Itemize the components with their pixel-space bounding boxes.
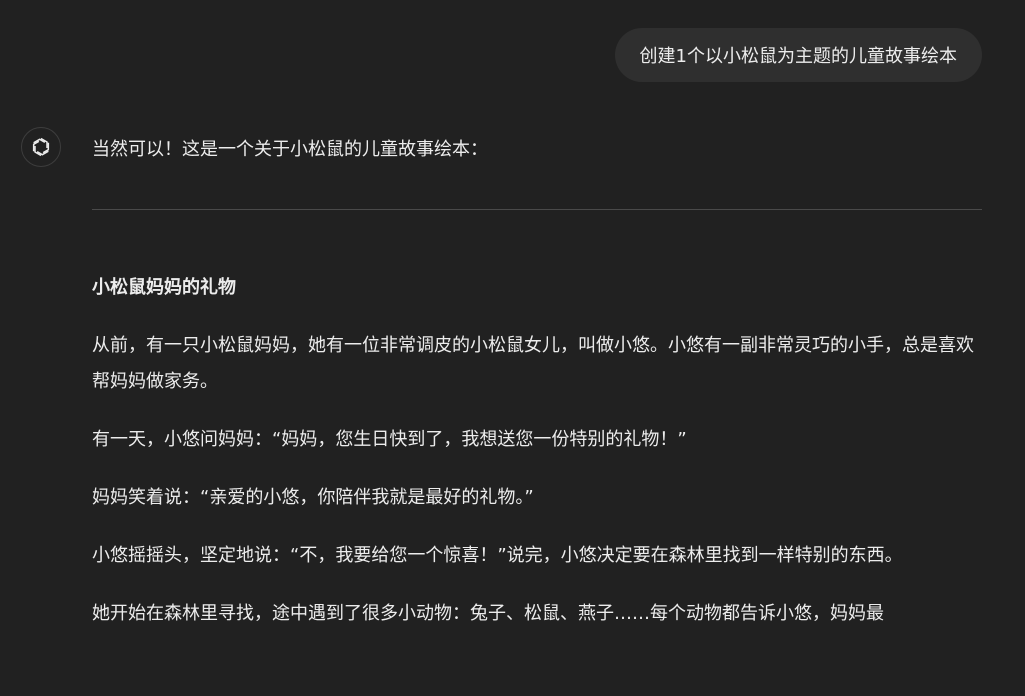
- user-message-row: 创建1个以小松鼠为主题的儿童故事绘本: [614, 28, 982, 82]
- assistant-intro: 当然可以！这是一个关于小松鼠的儿童故事绘本：: [92, 139, 488, 160]
- openai-logo-icon: [29, 135, 53, 159]
- divider: [92, 209, 982, 210]
- story-paragraph: 从前，有一只小松鼠妈妈，她有一位非常调皮的小松鼠女儿，叫做小悠。小悠有一副非常灵…: [92, 335, 974, 392]
- assistant-avatar: [21, 127, 61, 167]
- story-title: 小松鼠妈妈的礼物: [92, 277, 236, 298]
- assistant-message: 当然可以！这是一个关于小松鼠的儿童故事绘本： 小松鼠妈妈的礼物 从前，有一只小松…: [92, 132, 982, 632]
- story-paragraph: 她开始在森林里寻找，途中遇到了很多小动物：兔子、松鼠、燕子……每个动物都告诉小悠…: [92, 603, 884, 624]
- chat-page: 创建1个以小松鼠为主题的儿童故事绘本 当然可以！这是一个关于小松鼠的儿童故事绘本…: [0, 0, 1025, 696]
- story-paragraph: 有一天，小悠问妈妈：“妈妈，您生日快到了，我想送您一份特别的礼物！”: [92, 429, 687, 450]
- story-paragraph: 小悠摇摇头，坚定地说：“不，我要给您一个惊喜！”说完，小悠决定要在森林里找到一样…: [92, 545, 903, 566]
- story-paragraph: 妈妈笑着说：“亲爱的小悠，你陪伴我就是最好的礼物。”: [92, 487, 534, 508]
- user-message-bubble: 创建1个以小松鼠为主题的儿童故事绘本: [614, 28, 982, 82]
